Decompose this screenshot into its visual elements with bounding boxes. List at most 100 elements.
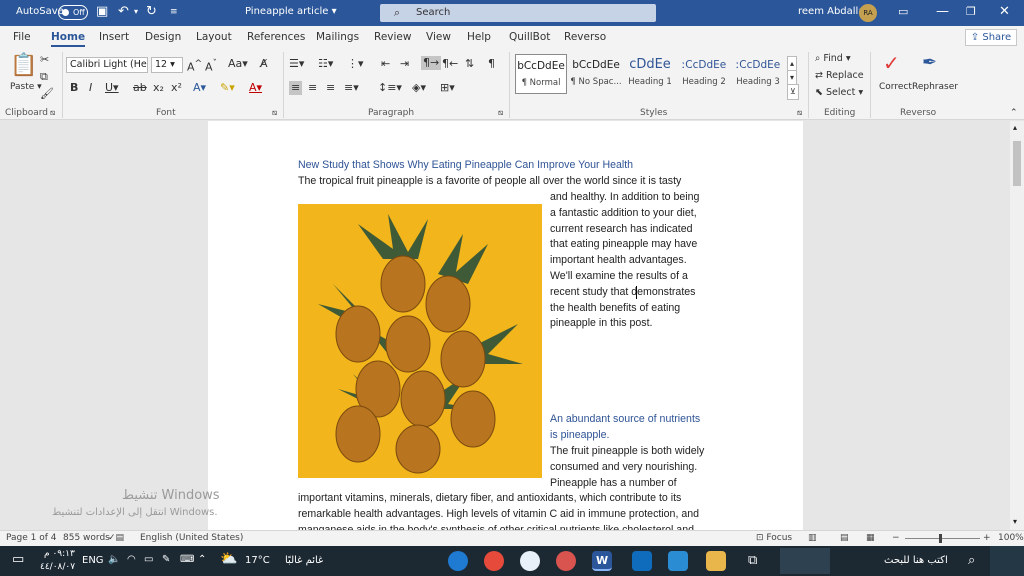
user-name[interactable]: reem Abdalla [798, 6, 864, 17]
font-launcher-icon[interactable]: ⧅ [272, 106, 277, 120]
tab-design[interactable]: Design [145, 31, 181, 43]
borders-icon[interactable]: ⊞▾ [440, 81, 455, 95]
paragraph-launcher-icon[interactable]: ⧅ [498, 106, 503, 120]
weather-desc[interactable]: غائم غالبًا [285, 555, 323, 566]
language[interactable]: English (United States) [140, 533, 243, 543]
line-spacing-icon[interactable]: ↕≡▾ [378, 81, 402, 95]
align-right-icon[interactable]: ≡ [326, 81, 335, 95]
avatar[interactable]: RA [859, 4, 877, 22]
autosave-toggle[interactable]: Off [58, 5, 88, 20]
style-heading-1[interactable]: cDdEe Heading 1 [624, 54, 676, 94]
zoom-in-icon[interactable]: + [983, 533, 991, 543]
wifi-icon[interactable]: ◠ [127, 554, 136, 565]
find-button[interactable]: ⌕ Find ▾ [815, 52, 851, 66]
page-count[interactable]: Page 1 of 4 [6, 533, 57, 543]
text-line[interactable]: is pineapple. [550, 428, 700, 444]
vertical-scrollbar[interactable]: ▴ ▾ [1010, 121, 1024, 530]
text-line[interactable]: the health benefits of eating [550, 301, 699, 317]
redo-icon[interactable]: ↻ [146, 4, 157, 20]
battery-icon[interactable]: ▭ [144, 554, 153, 565]
taskbar-search-placeholder[interactable]: اكتب هنا للبحث [884, 555, 948, 566]
store-icon[interactable] [668, 551, 688, 571]
text-line[interactable]: Pineapple has a number of [550, 476, 704, 492]
paste-icon[interactable]: 📋 [10, 54, 37, 78]
task-view-icon[interactable]: ⧉ [748, 553, 757, 568]
tab-mailings[interactable]: Mailings [316, 31, 359, 43]
focus-button[interactable]: ⊡ Focus [756, 533, 792, 543]
restore-icon[interactable]: ❐ [966, 4, 976, 20]
tab-view[interactable]: View [426, 31, 451, 43]
read-mode-icon[interactable]: ▥ [808, 533, 817, 543]
search-box[interactable]: ⌕ Search [380, 4, 656, 22]
file-explorer-icon[interactable] [706, 551, 726, 571]
text-line[interactable]: We'll examine the results of a [550, 269, 699, 285]
tab-file[interactable]: File [13, 31, 31, 43]
text-line[interactable]: manganese aids in the body's synthesis o… [298, 523, 699, 530]
text-line[interactable]: a fantastic addition to your diet, [550, 206, 699, 222]
document-page[interactable]: New Study that Shows Why Eating Pineappl… [208, 121, 803, 530]
correct-icon[interactable]: ✓ [883, 52, 900, 74]
undo-icon[interactable]: ↶ [118, 4, 129, 20]
shading-icon[interactable]: ◈▾ [412, 81, 426, 95]
strikethrough-icon[interactable]: ab [133, 81, 147, 95]
increase-indent-icon[interactable]: ⇥ [400, 57, 409, 71]
subscript-icon[interactable]: x₂ [153, 81, 164, 95]
web-layout-icon[interactable]: ▦ [866, 533, 875, 543]
align-left-icon[interactable]: ≡ [289, 81, 303, 95]
start-button[interactable] [990, 546, 1024, 576]
zoom-out-icon[interactable]: − [892, 533, 900, 543]
text-line[interactable]: important health advantages. [550, 253, 699, 269]
edge-icon[interactable] [448, 551, 468, 571]
volume-icon[interactable]: 🔈 [108, 554, 120, 565]
body-line[interactable]: The tropical fruit pineapple is a favori… [298, 174, 681, 190]
underline-icon[interactable]: U▾ [105, 81, 119, 95]
ltr-direction-icon[interactable]: ¶→ [421, 56, 442, 70]
save-icon[interactable]: ▣ [96, 4, 108, 20]
change-case-icon[interactable]: Aa▾ [228, 57, 248, 71]
clock-date[interactable]: ٤٤/٠٨/٠٧ [40, 562, 75, 572]
style-normal[interactable]: bCcDdEe ¶ Normal [515, 54, 567, 94]
mail-icon[interactable] [632, 551, 652, 571]
input-language[interactable]: ENG [82, 555, 104, 566]
tab-insert[interactable]: Insert [99, 31, 129, 43]
pineapple-image[interactable] [298, 204, 542, 478]
bullets-icon[interactable]: ☰▾ [289, 57, 304, 71]
pen-icon[interactable]: ✎ [162, 554, 170, 565]
tab-references[interactable]: References [247, 31, 305, 43]
minimize-icon[interactable]: — [936, 4, 949, 20]
tab-help[interactable]: Help [467, 31, 491, 43]
subheading[interactable]: An abundant source of nutrients is pineap… [550, 412, 700, 444]
style-no-spacing[interactable]: bCcDdEe ¶ No Spac... [570, 54, 622, 94]
print-layout-icon[interactable]: ▤ [840, 533, 849, 543]
weather-temp[interactable]: 17°C [245, 555, 270, 566]
chrome-icon[interactable] [484, 551, 504, 571]
rephraser-button[interactable]: Rephraser [912, 80, 958, 94]
clear-formatting-icon[interactable]: A̸ [260, 57, 268, 71]
sort-icon[interactable]: ⇅ [465, 57, 474, 71]
cut-icon[interactable]: ✂ [40, 53, 49, 67]
styles-launcher-icon[interactable]: ⧅ [797, 106, 802, 120]
customize-qat-icon[interactable]: ≡ [170, 4, 178, 20]
body-paragraph[interactable]: The fruit pineapple is both widely consum… [550, 444, 704, 491]
zoom-slider-thumb[interactable] [939, 534, 942, 543]
body-paragraph[interactable]: and healthy. In addition to being a fanta… [550, 190, 699, 332]
rtl-direction-icon[interactable]: ¶← [442, 57, 458, 71]
clock-time[interactable]: ٠٩:١٣ م [44, 549, 75, 559]
justify-icon[interactable]: ≡▾ [344, 81, 359, 95]
tab-reverso[interactable]: Reverso [564, 31, 606, 43]
show-marks-icon[interactable]: ¶ [488, 57, 495, 71]
multilevel-list-icon[interactable]: ⋮▾ [347, 57, 364, 71]
numbering-icon[interactable]: ☷▾ [318, 57, 333, 71]
tab-layout[interactable]: Layout [196, 31, 232, 43]
clipboard-launcher-icon[interactable]: ⧅ [50, 106, 55, 120]
tab-quillbot[interactable]: QuillBot [509, 31, 550, 43]
text-line[interactable]: current research has indicated [550, 222, 699, 238]
select-button[interactable]: ⬉ Select ▾ [815, 86, 863, 100]
style-heading-2[interactable]: ːCcDdEe Heading 2 [678, 54, 730, 94]
document-title[interactable]: Pineapple article ▾ [245, 6, 337, 17]
scrollbar-thumb[interactable] [1013, 141, 1021, 186]
weather-icon[interactable]: ⛅ [220, 551, 237, 567]
bold-icon[interactable]: B [70, 81, 78, 95]
keyboard-icon[interactable]: ⌨ [180, 554, 194, 565]
body-paragraph[interactable]: important vitamins, minerals, dietary fi… [298, 491, 699, 530]
